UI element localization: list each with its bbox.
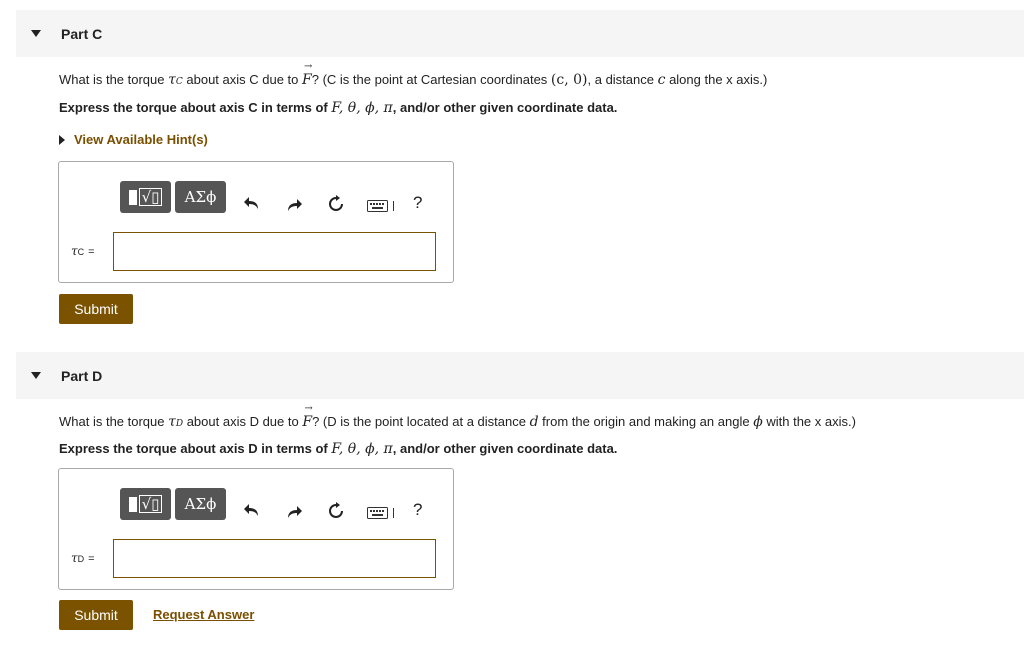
redo-icon[interactable] [285,503,303,521]
redo-icon[interactable] [285,196,303,214]
keyboard-icon[interactable] [367,506,399,524]
part-c-answer-input[interactable] [113,232,436,271]
keyboard-icon[interactable] [367,199,399,217]
request-answer-link[interactable]: Request Answer [153,607,254,622]
part-c-answer-box: √▯ ΑΣϕ ? τC = [58,161,454,283]
part-d-submit-button[interactable]: Submit [59,600,133,630]
part-d-variable-label: τD = [71,551,95,565]
part-c-variable-label: τC = [71,244,95,258]
symbols-button[interactable]: ΑΣϕ [175,488,226,520]
part-d-math-toolbar: √▯ ΑΣϕ [120,488,226,520]
part-c-instruction: Express the torque about axis C in terms… [59,100,618,116]
collapse-caret-icon[interactable] [31,30,41,37]
templates-button[interactable]: √▯ [120,181,171,213]
part-d-answer-box: √▯ ΑΣϕ ? τD = [58,468,454,590]
part-c-math-toolbar: √▯ ΑΣϕ [120,181,226,213]
part-c-header[interactable]: Part C [16,10,1024,57]
sqrt-template-icon: √▯ [138,495,163,513]
reset-icon[interactable] [327,195,345,213]
symbols-button[interactable]: ΑΣϕ [175,181,226,213]
help-icon[interactable]: ? [413,193,422,213]
part-d-answer-input[interactable] [113,539,436,578]
undo-icon[interactable] [243,194,261,212]
reset-icon[interactable] [327,502,345,520]
templates-button[interactable]: √▯ [120,488,171,520]
part-c-title: Part C [61,25,103,42]
expand-triangle-icon [59,134,65,145]
sqrt-template-icon: √▯ [138,188,163,206]
part-d-instruction: Express the torque about axis D in terms… [59,441,618,457]
undo-icon[interactable] [243,501,261,519]
help-icon[interactable]: ? [413,500,422,520]
part-d-header[interactable]: Part D [16,352,1024,399]
view-hints-toggle[interactable]: View Available Hint(s) [59,132,208,147]
part-c-question: What is the torque τC about axis C due t… [59,61,767,88]
part-c-submit-button[interactable]: Submit [59,294,133,324]
collapse-caret-icon[interactable] [31,372,41,379]
part-d-question: What is the torque τD about axis D due t… [59,403,856,430]
view-hints-label: View Available Hint(s) [74,132,208,147]
part-d-title: Part D [61,367,103,384]
